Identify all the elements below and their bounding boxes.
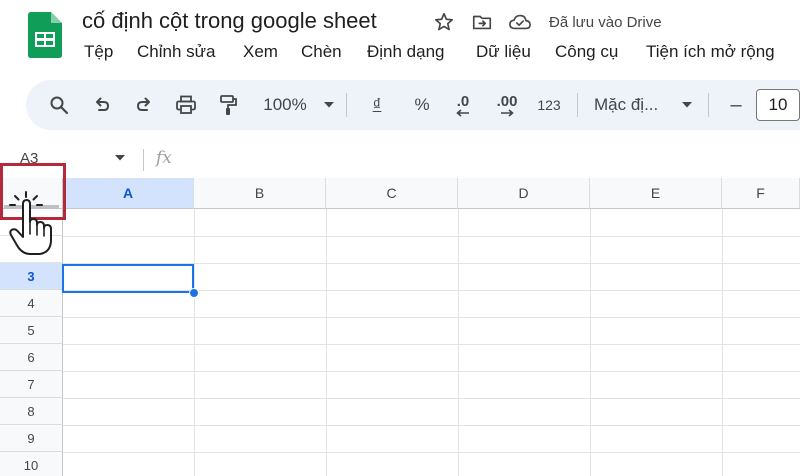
grid-line: [458, 209, 459, 476]
menu-view[interactable]: Xem: [243, 42, 278, 62]
document-title[interactable]: cố định cột trong google sheet: [82, 8, 377, 34]
formula-bar: A3 fx: [0, 140, 800, 178]
grid-line: [63, 425, 800, 426]
row-header-5[interactable]: 5: [0, 317, 63, 344]
grid-line: [590, 209, 591, 476]
column-header-b[interactable]: B: [194, 178, 326, 209]
google-sheets-logo[interactable]: [28, 12, 62, 58]
name-box-dropdown-icon[interactable]: [114, 154, 126, 162]
menu-extensions[interactable]: Tiện ích mở rộng: [646, 42, 775, 62]
grid-line: [326, 209, 327, 476]
more-formats-button[interactable]: 123: [534, 80, 564, 130]
font-family-select[interactable]: Mặc đị...: [594, 80, 678, 130]
column-header-e[interactable]: E: [590, 178, 722, 209]
menu-insert[interactable]: Chèn: [301, 42, 342, 62]
toolbar-separator: [346, 93, 347, 117]
column-header-c[interactable]: C: [326, 178, 458, 209]
undo-icon[interactable]: [88, 80, 116, 130]
move-to-folder-icon[interactable]: [470, 10, 494, 34]
arrow-left-icon: [456, 108, 469, 117]
row-header-9[interactable]: 9: [0, 425, 63, 452]
cloud-saved-icon[interactable]: [508, 10, 532, 34]
font-dropdown-icon[interactable]: [680, 80, 694, 130]
row-header-4[interactable]: 4: [0, 290, 63, 317]
zoom-select[interactable]: 100%: [258, 80, 312, 130]
toolbar-separator: [708, 93, 709, 117]
fill-handle[interactable]: [189, 288, 199, 298]
currency-format-button[interactable]: ₫: [366, 80, 388, 130]
zoom-dropdown-icon[interactable]: [322, 80, 336, 130]
grid-line: [63, 317, 800, 318]
hand-pointer-icon: [9, 191, 52, 255]
grid-line: [63, 452, 800, 453]
toolbar-separator: [577, 93, 578, 117]
fx-icon: fx: [156, 148, 172, 168]
grid-line: [63, 398, 800, 399]
menu-format[interactable]: Định dạng: [367, 42, 445, 62]
star-icon[interactable]: [432, 10, 456, 34]
row-header-6[interactable]: 6: [0, 344, 63, 371]
redo-icon[interactable]: [130, 80, 158, 130]
percent-format-button[interactable]: %: [409, 80, 435, 130]
toolbar: 100% ₫ % .0 .00 123 Mặc đị... – 10: [26, 80, 800, 130]
formula-separator: [143, 149, 144, 171]
grid-line: [63, 344, 800, 345]
increase-decimal-label: .00: [496, 92, 518, 110]
font-size-input[interactable]: 10: [756, 89, 800, 121]
grid-line: [63, 236, 800, 237]
grid-line: [63, 371, 800, 372]
arrow-right-icon: [501, 108, 514, 117]
column-header-a[interactable]: A: [63, 178, 194, 209]
increase-decimal-button[interactable]: .00: [490, 80, 524, 130]
paint-format-icon[interactable]: [214, 80, 242, 130]
decrease-font-size-button[interactable]: –: [724, 80, 748, 130]
search-menus-icon[interactable]: [46, 80, 72, 130]
row-header-7[interactable]: 7: [0, 371, 63, 398]
selected-cell-a3[interactable]: [62, 264, 194, 293]
column-header-d[interactable]: D: [458, 178, 590, 209]
print-icon[interactable]: [172, 80, 200, 130]
grid-line: [722, 209, 723, 476]
decrease-decimal-label: .0: [456, 92, 470, 110]
column-header-f[interactable]: F: [722, 178, 800, 209]
menu-edit[interactable]: Chỉnh sửa: [137, 42, 215, 62]
save-status: Đã lưu vào Drive: [549, 14, 662, 31]
menu-tools[interactable]: Công cụ: [555, 42, 618, 62]
row-header-10[interactable]: 10: [0, 452, 63, 476]
menu-file[interactable]: Tệp: [84, 42, 113, 62]
row-header-8[interactable]: 8: [0, 398, 63, 425]
menu-data[interactable]: Dữ liệu: [476, 42, 531, 62]
row-header-3[interactable]: 3: [0, 263, 63, 290]
spreadsheet-grid[interactable]: A B C D E F 3 4 5 6 7 8 9 10: [0, 178, 800, 476]
decrease-decimal-button[interactable]: .0: [448, 80, 478, 130]
grid-line: [194, 209, 195, 476]
